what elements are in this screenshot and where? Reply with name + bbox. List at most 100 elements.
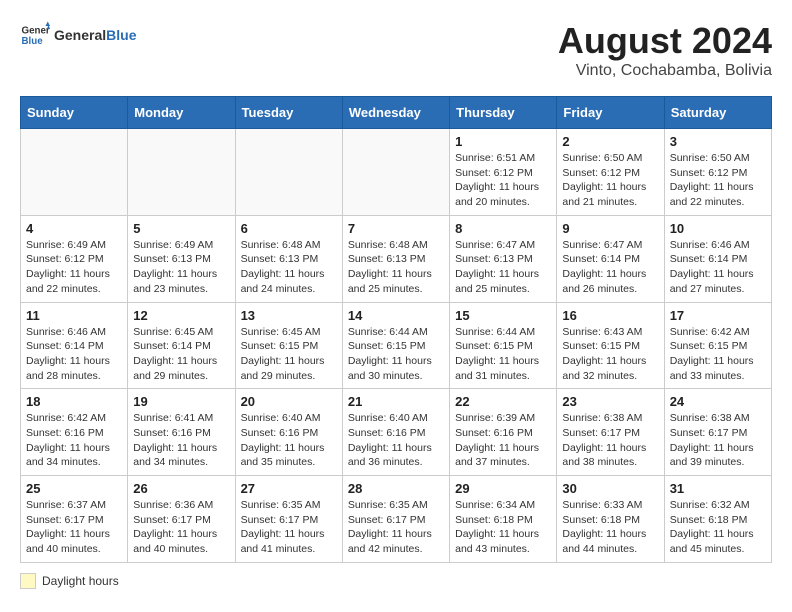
table-row: 6Sunrise: 6:48 AM Sunset: 6:13 PM Daylig… (235, 215, 342, 302)
table-row: 4 Sunrise: 6:49 AM Sunset: 6:12 PM Daylig… (21, 215, 128, 302)
logo-general-text: General (54, 27, 106, 43)
day-number: 16 (562, 308, 658, 323)
table-row: 15Sunrise: 6:44 AM Sunset: 6:15 PM Dayli… (450, 302, 557, 389)
col-sunday: Sunday (21, 97, 128, 129)
day-number: 29 (455, 481, 551, 496)
day-number: 17 (670, 308, 766, 323)
page-header: General Blue GeneralBlue August 2024 Vin… (20, 20, 772, 80)
day-info: Sunrise: 6:48 AM Sunset: 6:13 PM Dayligh… (348, 238, 444, 297)
day-number: 2 (562, 134, 658, 149)
day-info: Sunrise: 6:46 AM Sunset: 6:14 PM Dayligh… (26, 325, 122, 384)
day-number: 7 (348, 221, 444, 236)
day-number: 25 (26, 481, 122, 496)
table-row: 7 Sunrise: 6:48 AM Sunset: 6:13 PM Daylig… (342, 215, 449, 302)
day-number: 12 (133, 308, 229, 323)
table-row: 29 Sunrise: 6:34 AM Sunset: 6:18 PM Dayli… (450, 476, 557, 563)
day-number: 31 (670, 481, 766, 496)
table-row (128, 129, 235, 216)
table-row: 10 Sunrise: 6:46 AM Sunset: 6:14 PM Dayli… (664, 215, 771, 302)
day-info: Sunrise: 6:40 AM Sunset: 6:16 PM Dayligh… (241, 411, 337, 470)
day-number: 26 (133, 481, 229, 496)
day-info: Sunrise: 6:50 AM Sunset: 6:12 PM Dayligh… (670, 151, 766, 210)
title-block: August 2024 Vinto, Cochabamba, Bolivia (558, 20, 772, 80)
table-row: 28Sunrise: 6:35 AM Sunset: 6:17 PM Dayli… (342, 476, 449, 563)
col-wednesday: Wednesday (342, 97, 449, 129)
table-row: 30Sunrise: 6:33 AM Sunset: 6:18 PM Dayli… (557, 476, 664, 563)
day-number: 5 (133, 221, 229, 236)
table-row: 3 Sunrise: 6:50 AM Sunset: 6:12 PM Daylig… (664, 129, 771, 216)
location-subtitle: Vinto, Cochabamba, Bolivia (558, 62, 772, 80)
day-number: 11 (26, 308, 122, 323)
table-row: 25 Sunrise: 6:37 AM Sunset: 6:17 PM Dayli… (21, 476, 128, 563)
table-row: 31 Sunrise: 6:32 AM Sunset: 6:18 PM Dayli… (664, 476, 771, 563)
table-row: 2Sunrise: 6:50 AM Sunset: 6:12 PM Daylig… (557, 129, 664, 216)
calendar-week-row: 18 Sunrise: 6:42 AM Sunset: 6:16 PM Dayli… (21, 389, 772, 476)
legend-box (20, 573, 36, 589)
day-info: Sunrise: 6:38 AM Sunset: 6:17 PM Dayligh… (670, 411, 766, 470)
table-row: 16 Sunrise: 6:43 AM Sunset: 6:15 PM Dayli… (557, 302, 664, 389)
day-number: 27 (241, 481, 337, 496)
day-info: Sunrise: 6:36 AM Sunset: 6:17 PM Dayligh… (133, 498, 229, 557)
table-row (21, 129, 128, 216)
day-info: Sunrise: 6:42 AM Sunset: 6:16 PM Dayligh… (26, 411, 122, 470)
day-info: Sunrise: 6:48 AM Sunset: 6:13 PM Dayligh… (241, 238, 337, 297)
day-number: 10 (670, 221, 766, 236)
day-info: Sunrise: 6:34 AM Sunset: 6:18 PM Dayligh… (455, 498, 551, 557)
calendar-table: Sunday Monday Tuesday Wednesday Thursday… (20, 96, 772, 563)
calendar-week-row: 1 Sunrise: 6:51 AM Sunset: 6:12 PM Daylig… (21, 129, 772, 216)
table-row: 23 Sunrise: 6:38 AM Sunset: 6:17 PM Dayli… (557, 389, 664, 476)
day-number: 1 (455, 134, 551, 149)
day-number: 4 (26, 221, 122, 236)
table-row: 9Sunrise: 6:47 AM Sunset: 6:14 PM Daylig… (557, 215, 664, 302)
day-info: Sunrise: 6:39 AM Sunset: 6:16 PM Dayligh… (455, 411, 551, 470)
day-number: 9 (562, 221, 658, 236)
day-info: Sunrise: 6:49 AM Sunset: 6:12 PM Dayligh… (26, 238, 122, 297)
svg-text:Blue: Blue (22, 36, 44, 47)
table-row: 17 Sunrise: 6:42 AM Sunset: 6:15 PM Dayli… (664, 302, 771, 389)
day-number: 13 (241, 308, 337, 323)
table-row: 21 Sunrise: 6:40 AM Sunset: 6:16 PM Dayli… (342, 389, 449, 476)
day-number: 24 (670, 394, 766, 409)
table-row: 26 Sunrise: 6:36 AM Sunset: 6:17 PM Dayli… (128, 476, 235, 563)
table-row: 13 Sunrise: 6:45 AM Sunset: 6:15 PM Dayli… (235, 302, 342, 389)
day-info: Sunrise: 6:45 AM Sunset: 6:15 PM Dayligh… (241, 325, 337, 384)
day-info: Sunrise: 6:43 AM Sunset: 6:15 PM Dayligh… (562, 325, 658, 384)
day-info: Sunrise: 6:35 AM Sunset: 6:17 PM Dayligh… (348, 498, 444, 557)
day-info: Sunrise: 6:46 AM Sunset: 6:14 PM Dayligh… (670, 238, 766, 297)
calendar-header-row: Sunday Monday Tuesday Wednesday Thursday… (21, 97, 772, 129)
day-info: Sunrise: 6:40 AM Sunset: 6:16 PM Dayligh… (348, 411, 444, 470)
day-number: 18 (26, 394, 122, 409)
day-info: Sunrise: 6:47 AM Sunset: 6:13 PM Dayligh… (455, 238, 551, 297)
col-thursday: Thursday (450, 97, 557, 129)
table-row (342, 129, 449, 216)
table-row: 11 Sunrise: 6:46 AM Sunset: 6:14 PM Dayli… (21, 302, 128, 389)
logo-blue-text: Blue (106, 27, 136, 43)
day-number: 21 (348, 394, 444, 409)
day-number: 23 (562, 394, 658, 409)
table-row: 14Sunrise: 6:44 AM Sunset: 6:15 PM Dayli… (342, 302, 449, 389)
table-row: 5 Sunrise: 6:49 AM Sunset: 6:13 PM Daylig… (128, 215, 235, 302)
day-info: Sunrise: 6:49 AM Sunset: 6:13 PM Dayligh… (133, 238, 229, 297)
table-row: 8 Sunrise: 6:47 AM Sunset: 6:13 PM Daylig… (450, 215, 557, 302)
day-info: Sunrise: 6:51 AM Sunset: 6:12 PM Dayligh… (455, 151, 551, 210)
table-row: 20Sunrise: 6:40 AM Sunset: 6:16 PM Dayli… (235, 389, 342, 476)
calendar-week-row: 4 Sunrise: 6:49 AM Sunset: 6:12 PM Daylig… (21, 215, 772, 302)
day-info: Sunrise: 6:33 AM Sunset: 6:18 PM Dayligh… (562, 498, 658, 557)
day-info: Sunrise: 6:44 AM Sunset: 6:15 PM Dayligh… (348, 325, 444, 384)
table-row: 22Sunrise: 6:39 AM Sunset: 6:16 PM Dayli… (450, 389, 557, 476)
day-number: 3 (670, 134, 766, 149)
legend: Daylight hours (20, 573, 772, 589)
day-number: 19 (133, 394, 229, 409)
day-info: Sunrise: 6:41 AM Sunset: 6:16 PM Dayligh… (133, 411, 229, 470)
day-info: Sunrise: 6:35 AM Sunset: 6:17 PM Dayligh… (241, 498, 337, 557)
table-row: 24 Sunrise: 6:38 AM Sunset: 6:17 PM Dayli… (664, 389, 771, 476)
day-info: Sunrise: 6:32 AM Sunset: 6:18 PM Dayligh… (670, 498, 766, 557)
day-info: Sunrise: 6:38 AM Sunset: 6:17 PM Dayligh… (562, 411, 658, 470)
day-info: Sunrise: 6:44 AM Sunset: 6:15 PM Dayligh… (455, 325, 551, 384)
col-monday: Monday (128, 97, 235, 129)
day-number: 8 (455, 221, 551, 236)
calendar-week-row: 25 Sunrise: 6:37 AM Sunset: 6:17 PM Dayli… (21, 476, 772, 563)
legend-label: Daylight hours (42, 574, 119, 588)
day-info: Sunrise: 6:37 AM Sunset: 6:17 PM Dayligh… (26, 498, 122, 557)
day-info: Sunrise: 6:42 AM Sunset: 6:15 PM Dayligh… (670, 325, 766, 384)
